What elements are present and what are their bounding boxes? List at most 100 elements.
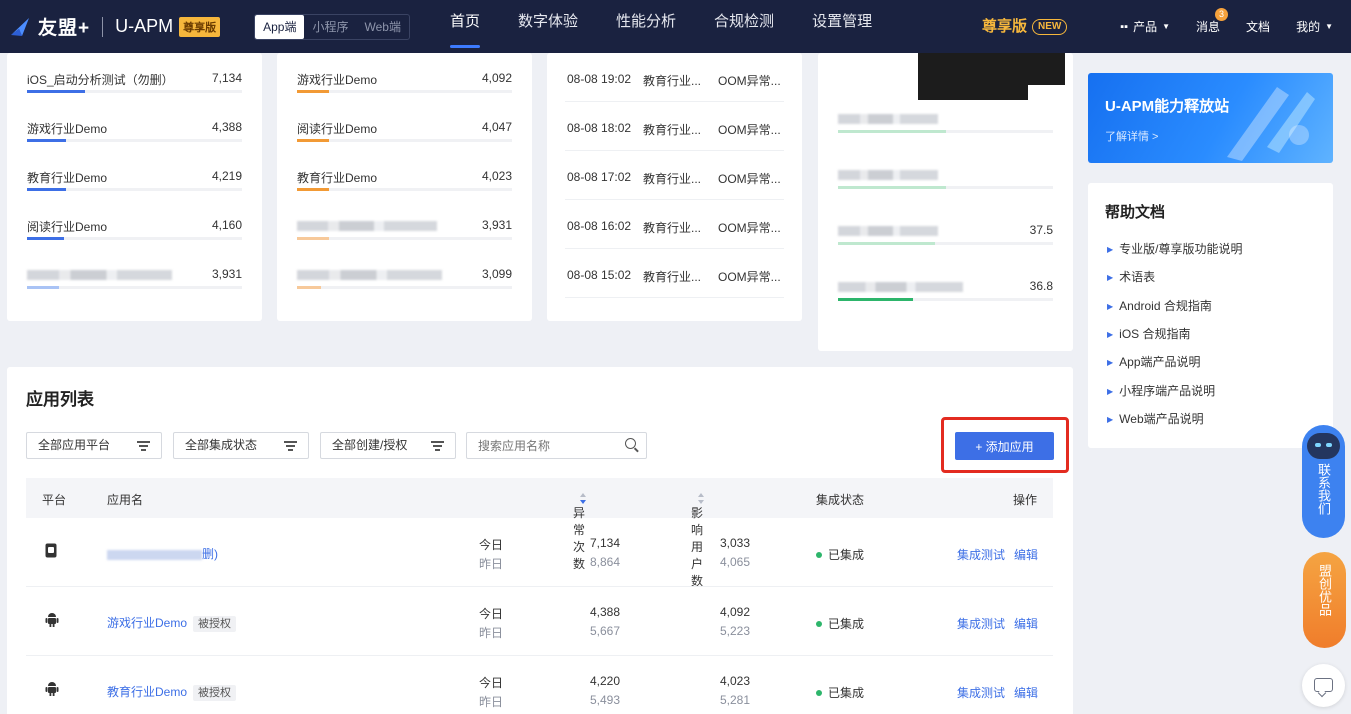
- messages-label: 消息: [1196, 20, 1221, 34]
- promo-widget[interactable]: 盟创优品: [1303, 552, 1346, 648]
- filter-icon: [284, 441, 297, 451]
- rank-row[interactable]: 教育行业Demo 4,219: [27, 163, 242, 212]
- metric-row[interactable]: 37.5: [838, 217, 1053, 266]
- edit-link[interactable]: 编辑: [1014, 615, 1038, 632]
- help-doc-link[interactable]: ▶ Android 合规指南: [1107, 297, 1212, 314]
- app-name-link[interactable]: 游戏行业Demo: [107, 616, 187, 630]
- event-row[interactable]: 08-08 18:02 教育行业... OOM异常...: [565, 102, 784, 151]
- table-row: 游戏行业Demo 被授权 今日 昨日 4,388 5,667 4,092 5,223 已集成 集成…: [26, 587, 1053, 656]
- rank-app-name: 阅读行业Demo: [27, 220, 108, 234]
- platform-switch: App端 小程序 Web端: [254, 13, 410, 40]
- recent-events-card: 08-08 19:02 教育行业... OOM异常... 08-08 18:02 教育行…: [547, 53, 802, 321]
- platform-filter[interactable]: 全部应用平台: [26, 432, 162, 459]
- rank-row[interactable]: 阅读行业Demo 4,160: [27, 212, 242, 261]
- chat-icon: [1314, 678, 1333, 692]
- rank-row[interactable]: 游戏行业Demo 4,388: [27, 114, 242, 163]
- rank-card-errors: iOS_启动分析测试（勿删） 7,134 游戏行业Demo 4,388 教育行业Demo…: [7, 53, 262, 321]
- contact-us-widget[interactable]: 联系我们: [1302, 425, 1345, 538]
- filter-icon: [137, 441, 150, 451]
- ios-icon: [45, 543, 57, 561]
- errors-today: 7,134: [589, 536, 620, 550]
- table-row: 删) 今日 昨日 7,134 8,864 3,033 4,065 已集成 集成测试 编辑: [26, 518, 1053, 587]
- rank-row[interactable]: 3,099: [297, 261, 512, 310]
- nav-home[interactable]: 首页: [450, 0, 480, 53]
- edit-link[interactable]: 编辑: [1014, 546, 1038, 563]
- contact-us-label: 联系我们: [1316, 463, 1331, 515]
- rank-bar-track: [27, 286, 242, 289]
- nav-settings[interactable]: 设置管理: [812, 0, 872, 53]
- platform-web-tab[interactable]: Web端: [356, 15, 408, 39]
- help-doc-label: iOS 合规指南: [1119, 326, 1191, 341]
- nav-premium[interactable]: 尊享版 NEW: [982, 0, 1068, 53]
- product-name: U-APM: [115, 16, 174, 36]
- app-name-cell: 教育行业Demo 被授权: [107, 683, 237, 701]
- android-icon: [45, 681, 59, 699]
- app-name-link[interactable]: 删): [202, 547, 218, 561]
- search-icon[interactable]: [625, 438, 636, 449]
- event-row[interactable]: 08-08 19:02 教育行业... OOM异常...: [565, 53, 784, 102]
- help-doc-link[interactable]: ▶ iOS 合规指南: [1107, 325, 1191, 342]
- rank-value: 7,134: [211, 71, 242, 85]
- help-docs-title: 帮助文档: [1105, 204, 1166, 221]
- feedback-button[interactable]: [1302, 664, 1345, 707]
- rank-row[interactable]: 阅读行业Demo 4,047: [297, 114, 512, 163]
- logo[interactable]: 友盟+: [8, 13, 90, 40]
- docs-link[interactable]: 文档: [1246, 18, 1270, 35]
- main-nav: 首页 数字体验 性能分析 合规检测 设置管理: [450, 0, 910, 53]
- metric-bar-fill: [838, 242, 935, 245]
- app-name-link[interactable]: 教育行业Demo: [107, 685, 187, 699]
- help-doc-link[interactable]: ▶ 专业版/尊享版功能说明: [1107, 240, 1243, 257]
- errors-yesterday: 8,864: [589, 555, 620, 569]
- nav-digital-experience[interactable]: 数字体验: [518, 0, 578, 53]
- banner-link[interactable]: 了解详情 >: [1105, 128, 1158, 144]
- event-row[interactable]: 08-08 15:02 教育行业... OOM异常...: [565, 249, 784, 298]
- messages-link[interactable]: 消息 3: [1196, 8, 1229, 35]
- rank-app-name: [297, 218, 437, 232]
- help-doc-link[interactable]: ▶ App端产品说明: [1107, 353, 1201, 370]
- app-search-input[interactable]: [466, 432, 647, 459]
- event-row[interactable]: 08-08 17:02 教育行业... OOM异常...: [565, 151, 784, 200]
- user-menu[interactable]: 我的 ▼: [1296, 18, 1333, 35]
- metric-row[interactable]: [838, 105, 1053, 154]
- rank-row[interactable]: iOS_启动分析测试（勿删） 7,134: [27, 65, 242, 114]
- help-docs-card: 帮助文档 ▶ 专业版/尊享版功能说明 ▶ 术语表 ▶ Android 合规指南 ▶ iOS 合…: [1088, 183, 1333, 448]
- users-today: 4,092: [719, 605, 750, 619]
- rank-bar-fill: [297, 188, 330, 191]
- rank-row[interactable]: 游戏行业Demo 4,092: [297, 65, 512, 114]
- nav-performance[interactable]: 性能分析: [616, 0, 676, 53]
- table-header: 平台 应用名 异常次数 影响用户数 集成状态 操作: [26, 478, 1053, 588]
- blurred-text: [107, 549, 202, 560]
- sort-icon: [698, 493, 705, 504]
- rank-row[interactable]: 教育行业Demo 4,023: [297, 163, 512, 212]
- integration-test-link[interactable]: 集成测试: [957, 615, 1005, 632]
- integration-status-filter[interactable]: 全部集成状态: [173, 432, 309, 459]
- col-users[interactable]: 影响用户数: [691, 491, 705, 588]
- help-doc-link[interactable]: ▶ 术语表: [1107, 268, 1155, 285]
- rank-bar-fill: [297, 286, 321, 289]
- premium-label: 尊享版: [982, 17, 1028, 35]
- help-doc-link[interactable]: ▶ Web端产品说明: [1107, 410, 1204, 427]
- help-doc-link[interactable]: ▶ 小程序端产品说明: [1107, 382, 1215, 399]
- platform-miniprogram-tab[interactable]: 小程序: [304, 15, 356, 39]
- col-actions: 操作: [1013, 493, 1038, 507]
- grid-icon: ▪▪: [1120, 20, 1129, 33]
- promo-banner[interactable]: U-APM能力释放站 了解详情 >: [1088, 73, 1333, 163]
- rank-value: 3,931: [211, 267, 242, 281]
- integration-test-link[interactable]: 集成测试: [957, 546, 1005, 563]
- rank-row[interactable]: 3,931: [27, 261, 242, 310]
- add-app-button[interactable]: + 添加应用: [955, 432, 1054, 460]
- ownership-filter[interactable]: 全部创建/授权: [320, 432, 456, 459]
- metric-row[interactable]: [838, 161, 1053, 210]
- metric-row[interactable]: 36.8: [838, 273, 1053, 322]
- edit-link[interactable]: 编辑: [1014, 684, 1038, 701]
- integration-test-link[interactable]: 集成测试: [957, 684, 1005, 701]
- metric-name: [838, 167, 938, 181]
- nav-compliance[interactable]: 合规检测: [714, 0, 774, 53]
- products-menu[interactable]: ▪▪ 产品 ▼: [1120, 18, 1170, 35]
- event-row[interactable]: 08-08 16:02 教育行业... OOM异常...: [565, 200, 784, 249]
- rank-row[interactable]: 3,931: [297, 212, 512, 261]
- platform-app-tab[interactable]: App端: [255, 14, 305, 39]
- android-icon: [45, 612, 59, 630]
- col-errors[interactable]: 异常次数: [573, 491, 587, 571]
- yesterday-label: 昨日: [479, 557, 504, 571]
